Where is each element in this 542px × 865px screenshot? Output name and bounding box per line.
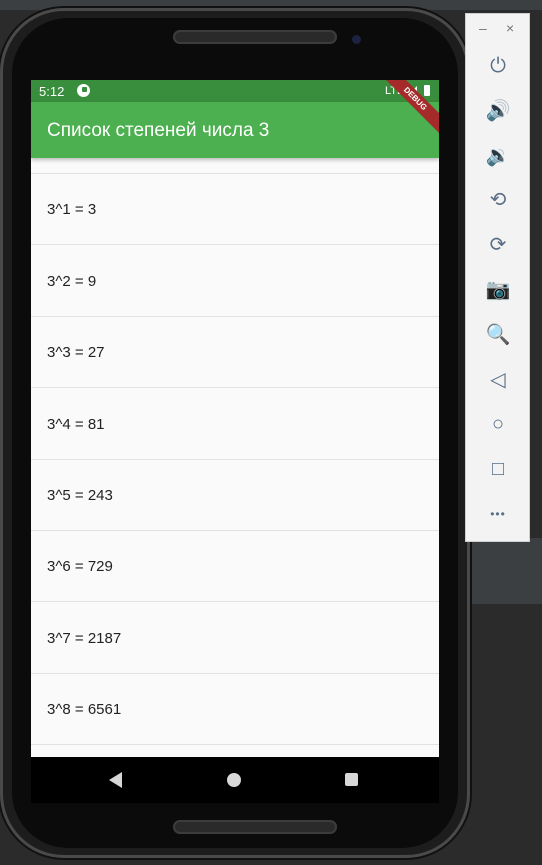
minimize-button[interactable]: – [479, 20, 487, 36]
emulator-toolbar: – × ⏻ 🔊 🔉 ⟲ ⟳ 📷 🔍 ◁ ○ □ ••• [465, 13, 530, 542]
front-camera [352, 35, 361, 44]
zoom-icon: 🔍 [485, 323, 511, 346]
notification-app-icon [77, 84, 90, 97]
back-button[interactable]: ◁ [480, 363, 516, 397]
list-item[interactable]: 3^3 = 27 [31, 317, 439, 389]
list-item[interactable]: 3^7 = 2187 [31, 603, 439, 674]
list-item-label: 3^1 = 3 [47, 201, 97, 219]
list-item-label: 3^4 = 81 [47, 415, 105, 433]
rotate-right-icon: ⟳ [489, 234, 507, 257]
home-button[interactable]: ○ [480, 407, 516, 441]
more-button[interactable]: ••• [480, 497, 516, 531]
overview-button[interactable]: □ [480, 452, 516, 486]
rotate-right-button[interactable]: ⟳ [480, 228, 516, 262]
power-button[interactable]: ⏻ [480, 49, 516, 83]
list-item[interactable]: 3^2 = 9 [31, 246, 439, 317]
android-nav-bar [31, 757, 439, 803]
list-item-label: 3^2 = 9 [47, 272, 97, 290]
list-item-label: 3^8 = 6561 [47, 701, 122, 719]
top-speaker [173, 30, 337, 44]
list-item-label: 3^7 = 2187 [47, 629, 122, 647]
list-item-label: 3^3 = 27 [47, 344, 105, 362]
list-item-label: 3^6 = 729 [47, 558, 113, 576]
camera-button[interactable]: 📷 [480, 273, 516, 307]
nav-recents-icon[interactable] [345, 773, 358, 786]
volume-down-icon: 🔉 [485, 144, 511, 167]
app-bar: Список степеней числа 3 [31, 102, 439, 158]
list-item[interactable]: 3^1 = 3 [31, 174, 439, 246]
nav-back-icon[interactable] [109, 772, 122, 788]
list-item[interactable]: 3^0 = 1 [31, 158, 439, 174]
volume-up-icon: 🔊 [485, 99, 511, 122]
close-button[interactable]: × [506, 20, 514, 36]
zoom-button[interactable]: 🔍 [480, 318, 516, 352]
list-item[interactable]: 3^8 = 6561 [31, 674, 439, 746]
volume-down-button[interactable]: 🔉 [480, 139, 516, 173]
more-icon: ••• [490, 507, 506, 521]
list-item[interactable]: 3^6 = 729 [31, 531, 439, 603]
device-screen: 5:12 LTE Список степеней числа 3 DEBUG 3… [31, 80, 439, 757]
volume-up-button[interactable]: 🔊 [480, 94, 516, 128]
camera-icon: 📷 [485, 279, 511, 301]
list-item[interactable]: 3^5 = 243 [31, 460, 439, 531]
battery-icon [424, 85, 430, 96]
list-item-label: 3^5 = 243 [47, 487, 113, 504]
back-icon: ◁ [490, 368, 506, 391]
nav-home-icon[interactable] [227, 773, 241, 787]
page-title: Список степеней числа 3 [47, 120, 270, 141]
bottom-speaker [173, 820, 337, 834]
status-bar: 5:12 LTE [31, 80, 439, 102]
power-icon: ⏻ [490, 55, 506, 77]
home-icon: ○ [491, 413, 505, 436]
rotate-left-icon: ⟲ [489, 189, 507, 212]
status-time: 5:12 [39, 84, 65, 99]
overview-icon: □ [491, 458, 505, 481]
list-item[interactable]: 3^4 = 81 [31, 389, 439, 460]
powers-list[interactable]: 3^0 = 1 3^1 = 3 3^2 = 9 3^3 = 27 3^4 = 81 3^5… [31, 158, 439, 757]
rotate-left-button[interactable]: ⟲ [480, 183, 516, 217]
